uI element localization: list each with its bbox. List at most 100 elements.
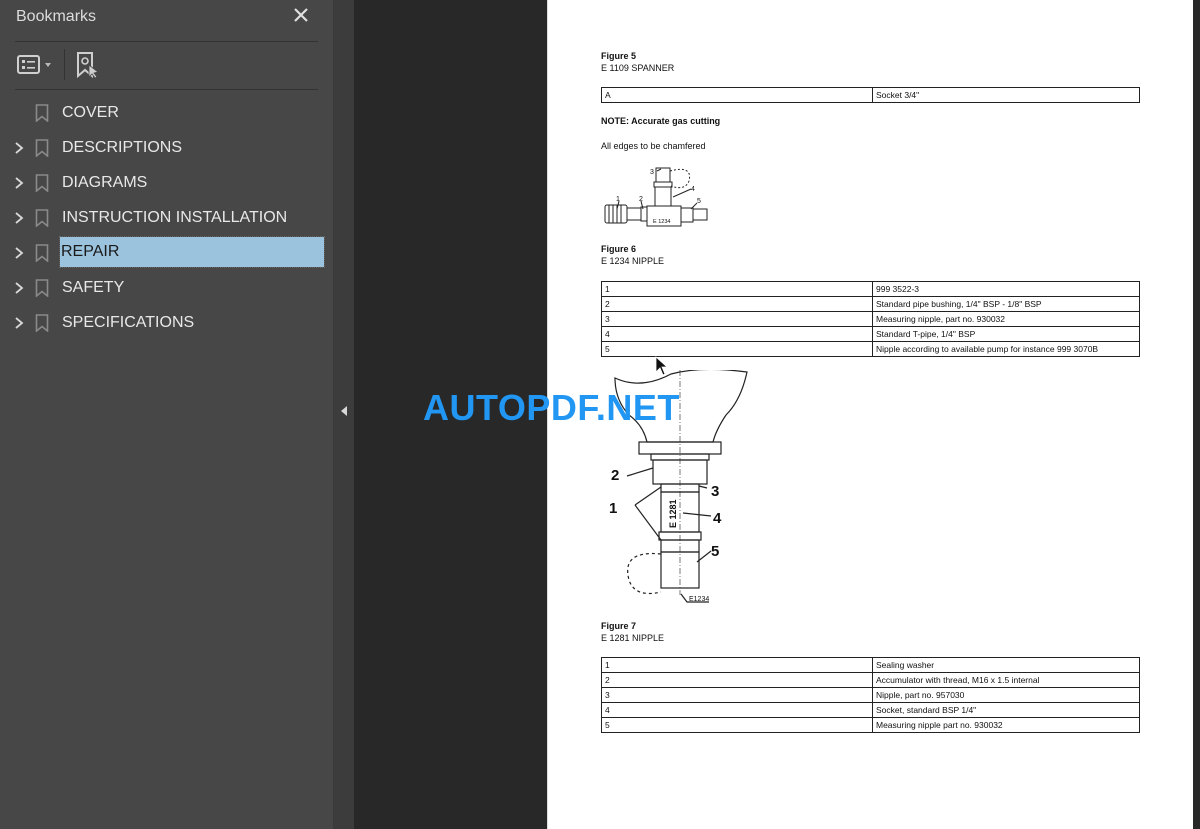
- table-cell: 3: [601, 687, 873, 703]
- table-cell: 2: [601, 672, 873, 688]
- expand-chevron-icon[interactable]: [12, 245, 26, 261]
- diagram-label: E 1234: [653, 219, 670, 225]
- table-cell: Standard T-pipe, 1/4" BSP: [872, 326, 1140, 342]
- table-cell: Standard pipe bushing, 1/4" BSP - 1/8" B…: [872, 296, 1140, 312]
- table-cell: 999 3522-3: [872, 281, 1140, 297]
- toolbar-separator: [64, 49, 65, 80]
- table-row: A Socket 3/4": [601, 87, 1140, 103]
- bookmark-repair[interactable]: REPAIR: [0, 236, 333, 270]
- table-row: 3 Measuring nipple, part no. 930032: [601, 311, 1140, 327]
- mouse-cursor-icon: [655, 356, 669, 376]
- figure6-diagram: 1 2 3 4 5 E 1234: [604, 167, 708, 227]
- expand-chevron-icon[interactable]: [12, 210, 26, 226]
- bookmark-label[interactable]: SAFETY: [61, 278, 125, 298]
- table-row: 1 Sealing washer: [601, 657, 1140, 673]
- list-options-icon: [17, 55, 51, 74]
- figure-title: Figure 7: [601, 621, 637, 631]
- divider: [15, 89, 318, 90]
- callout-2: 2: [611, 467, 619, 484]
- callout-4: 4: [691, 186, 695, 193]
- table-row: 4 Standard T-pipe, 1/4" BSP: [601, 326, 1140, 342]
- bookmark-icon: [35, 314, 49, 332]
- close-panel-button[interactable]: [291, 4, 311, 26]
- diagram-label: E 1281: [668, 499, 678, 528]
- callout-3: 3: [650, 169, 654, 176]
- bookmark-icon: [35, 279, 49, 297]
- note-text: NOTE: Accurate gas cutting: [601, 116, 721, 126]
- figure-title: Figure 5: [601, 51, 637, 61]
- bookmarks-panel: Bookmarks COVER DESCRIPTIONS DIAGRAMS IN…: [0, 0, 333, 829]
- table-cell: 1: [601, 281, 873, 297]
- bookmark-label[interactable]: COVER: [61, 103, 120, 123]
- table-cell: 1: [601, 657, 873, 673]
- bookmark-icon: [35, 104, 49, 122]
- collapse-panel-button[interactable]: [338, 400, 350, 422]
- table-row: 4 Socket, standard BSP 1/4": [601, 702, 1140, 718]
- table-cell: 4: [601, 702, 873, 718]
- panel-title: Bookmarks: [16, 8, 97, 25]
- callout-1: 1: [609, 500, 617, 517]
- expand-chevron-icon[interactable]: [12, 175, 26, 191]
- table-row: 5 Nipple according to available pump for …: [601, 341, 1140, 357]
- table-row: 5 Measuring nipple part no. 930032: [601, 717, 1140, 733]
- table-row: 3 Nipple, part no. 957030: [601, 687, 1140, 703]
- callout-5: 5: [697, 198, 701, 205]
- chevron-left-icon: [341, 406, 347, 416]
- divider: [15, 41, 318, 42]
- table-cell: Socket, standard BSP 1/4": [872, 702, 1140, 718]
- figure-caption: E 1281 NIPPLE: [601, 633, 665, 643]
- bookmark-label[interactable]: REPAIR: [59, 236, 325, 268]
- find-current-bookmark-button[interactable]: [75, 51, 101, 79]
- table-cell: 2: [601, 296, 873, 312]
- find-current-bookmark-icon: [77, 52, 99, 79]
- bookmark-icon: [35, 174, 49, 192]
- bookmark-diagrams[interactable]: DIAGRAMS: [0, 166, 333, 200]
- callout-1: 1: [616, 196, 620, 203]
- table-row: 1 999 3522-3: [601, 281, 1140, 297]
- callout-2: 2: [639, 196, 643, 203]
- table-cell: Accumulator with thread, M16 x 1.5 inter…: [872, 672, 1140, 688]
- parts-table-figure6: 1 999 3522-3 2 Standard pipe bushing, 1/4"…: [601, 281, 1140, 357]
- bookmark-label[interactable]: SPECIFICATIONS: [61, 313, 195, 333]
- expand-chevron-icon[interactable]: [12, 315, 26, 331]
- parts-table-figure7: 1 Sealing washer 2 Accumulator with thread…: [601, 657, 1140, 733]
- bookmark-specifications[interactable]: SPECIFICATIONS: [0, 306, 333, 340]
- bookmark-icon: [35, 209, 49, 227]
- table-cell: Measuring nipple part no. 930032: [872, 717, 1140, 733]
- table-cell: Sealing washer: [872, 657, 1140, 673]
- bookmark-safety[interactable]: SAFETY: [0, 271, 333, 305]
- table-cell: 4: [601, 326, 873, 342]
- bookmark-icon: [35, 244, 49, 262]
- callout-3: 3: [711, 483, 719, 500]
- table-row: 2 Standard pipe bushing, 1/4" BSP - 1/8" …: [601, 296, 1140, 312]
- table-cell: Measuring nipple, part no. 930032: [872, 311, 1140, 327]
- table-cell: Nipple according to available pump for i…: [872, 341, 1140, 357]
- close-icon: [294, 8, 308, 22]
- callout-5: 5: [711, 543, 719, 560]
- bookmark-instruction-installation[interactable]: INSTRUCTION INSTALLATION: [0, 201, 333, 235]
- expand-chevron-icon[interactable]: [12, 280, 26, 296]
- table-cell: 3: [601, 311, 873, 327]
- table-cell: A: [601, 87, 873, 103]
- figure-caption: E 1234 NIPPLE: [601, 256, 665, 266]
- table-cell: 5: [601, 717, 873, 733]
- bookmark-options-button[interactable]: [16, 53, 56, 77]
- table-cell: Socket 3/4": [872, 87, 1140, 103]
- figure-title: Figure 6: [601, 244, 637, 254]
- bookmark-label[interactable]: DESCRIPTIONS: [61, 138, 183, 158]
- expand-chevron-icon[interactable]: [12, 140, 26, 156]
- bookmark-descriptions[interactable]: DESCRIPTIONS: [0, 131, 333, 165]
- watermark-text: AUTOPDF.NET: [423, 387, 680, 428]
- diagram-sub-label: E1234: [689, 596, 709, 603]
- bookmark-label[interactable]: INSTRUCTION INSTALLATION: [61, 208, 288, 228]
- bookmark-cover[interactable]: COVER: [0, 96, 333, 130]
- bookmark-icon: [35, 139, 49, 157]
- callout-4: 4: [713, 510, 722, 527]
- parts-table-figure5: A Socket 3/4": [601, 87, 1140, 103]
- table-row: 2 Accumulator with thread, M16 x 1.5 inte…: [601, 672, 1140, 688]
- table-cell: 5: [601, 341, 873, 357]
- table-cell: Nipple, part no. 957030: [872, 687, 1140, 703]
- body-text: All edges to be chamfered: [601, 141, 706, 151]
- figure-caption: E 1109 SPANNER: [601, 63, 675, 73]
- bookmark-label[interactable]: DIAGRAMS: [61, 173, 148, 193]
